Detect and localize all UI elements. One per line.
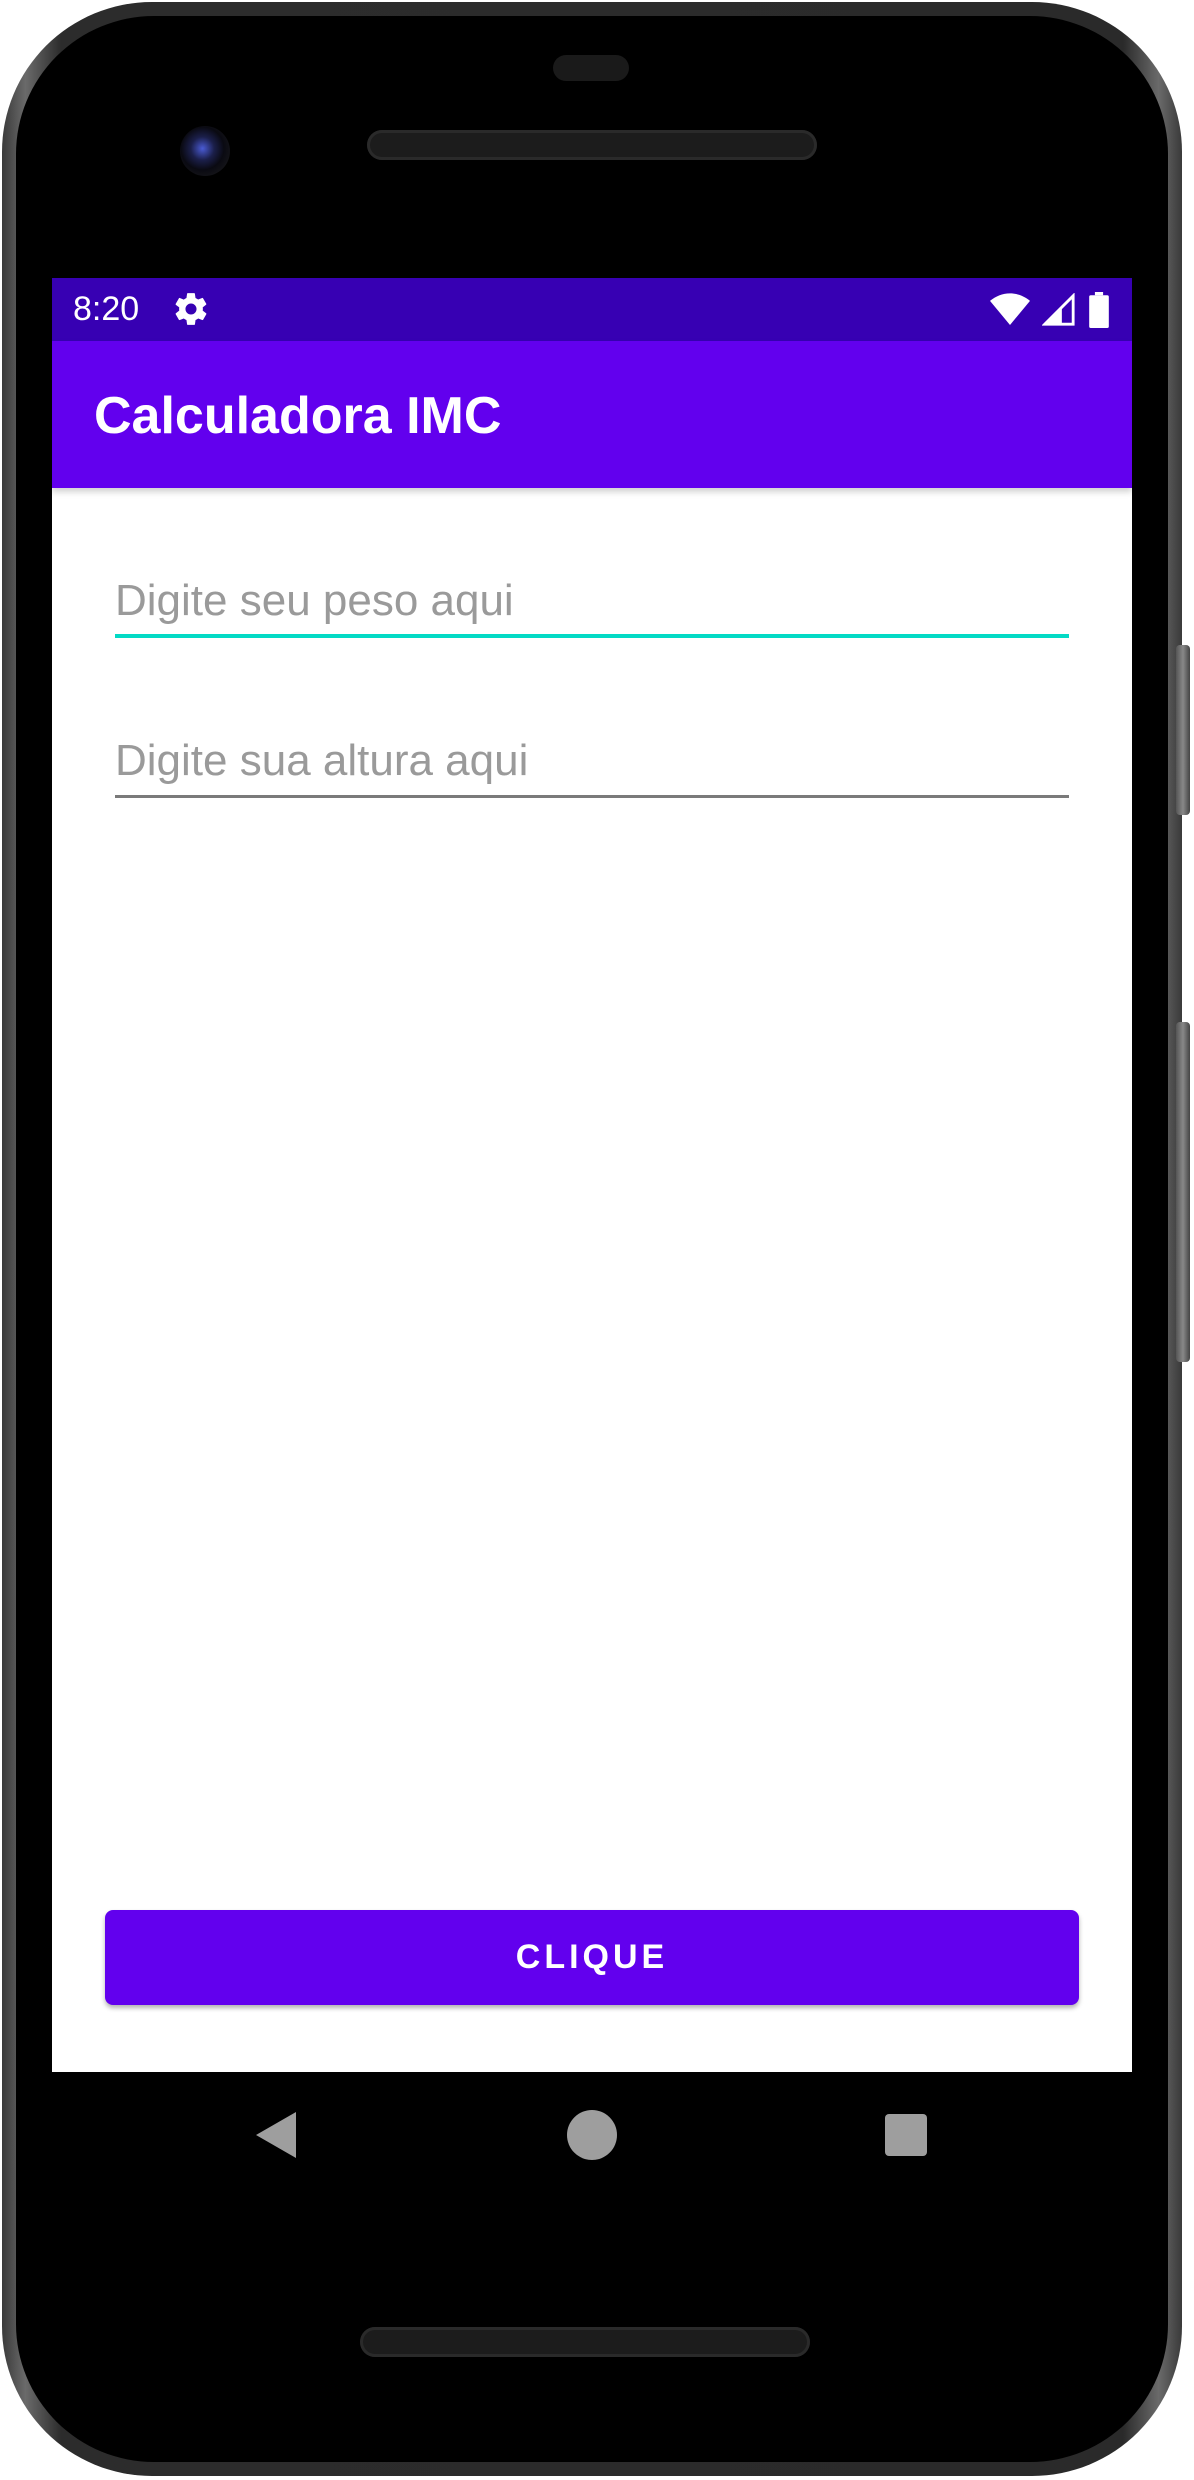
volume-button — [1176, 1022, 1190, 1362]
proximity-sensor — [553, 55, 629, 81]
weight-field — [115, 568, 1069, 638]
height-field — [115, 728, 1069, 798]
wifi-icon — [990, 293, 1030, 325]
app-bar: Calculadora IMC — [52, 341, 1132, 488]
status-time: 8:20 — [73, 290, 140, 328]
cell-signal-icon — [1042, 293, 1075, 326]
navigation-bar — [52, 2072, 1132, 2198]
back-icon[interactable] — [252, 2108, 300, 2162]
app-title: Calculadora IMC — [94, 387, 502, 445]
status-bar: 8:20 — [52, 278, 1132, 341]
bottom-speaker — [360, 2327, 810, 2357]
power-button — [1176, 645, 1190, 815]
phone-device: 8:20 Calculadora IMC Digite seu peso aqu… — [0, 0, 1194, 2480]
weight-field-underline — [115, 634, 1069, 638]
app-screen: 8:20 Calculadora IMC Digite seu peso aqu… — [52, 278, 1132, 2072]
height-input[interactable] — [115, 728, 1069, 794]
battery-icon — [1089, 292, 1109, 328]
weight-input[interactable] — [115, 568, 1069, 634]
gear-icon — [175, 293, 207, 325]
front-camera — [180, 126, 230, 176]
calculate-button[interactable]: CLIQUE — [105, 1910, 1079, 2005]
height-field-underline — [115, 795, 1069, 798]
recents-icon[interactable] — [881, 2108, 929, 2162]
home-icon[interactable] — [566, 2108, 618, 2162]
earpiece-speaker — [367, 130, 817, 160]
